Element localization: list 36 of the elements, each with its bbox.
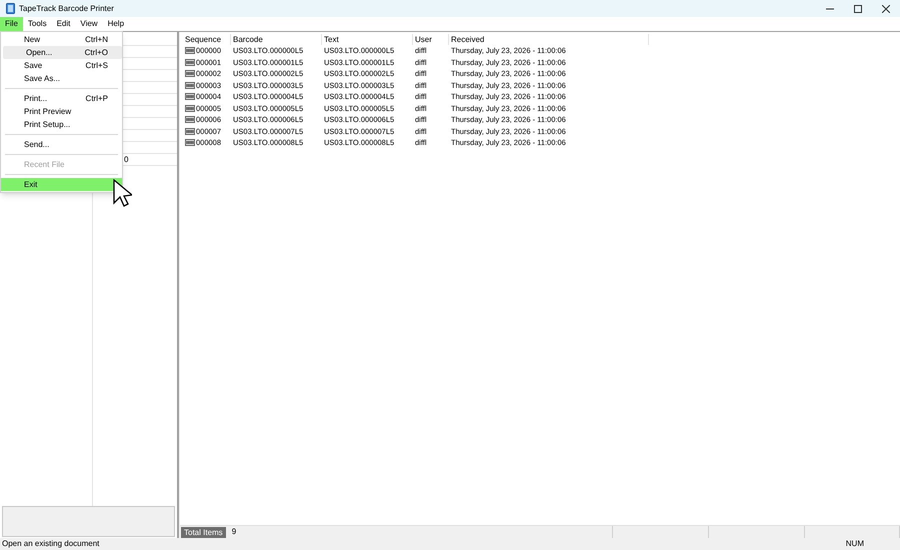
menu-item[interactable]: Tools (22, 17, 52, 31)
barcode-icon (185, 82, 195, 89)
menu-item[interactable]: Help (102, 17, 130, 31)
column-header[interactable]: Text (322, 34, 413, 45)
total-items-value: 9 (232, 526, 238, 538)
close-icon (882, 4, 890, 12)
window-title: TapeTrack Barcode Printer (19, 2, 114, 14)
barcode-icon (185, 70, 195, 78)
menu-entry[interactable]: Save As... (1, 72, 122, 85)
total-items-label: Total Items (181, 526, 226, 538)
column-header[interactable]: Barcode (231, 34, 322, 45)
barcode-icon (185, 116, 195, 124)
menu-entry[interactable]: Print Setup... (1, 118, 122, 131)
column-header[interactable]: Sequence (183, 34, 231, 45)
barcode-icon (185, 104, 195, 112)
num-lock-indicator: NUM (846, 538, 864, 550)
status-message: Open an existing document (1, 538, 100, 550)
menu-item[interactable]: File (0, 17, 23, 31)
barcode-icon (185, 128, 195, 135)
barcode-icon (185, 139, 195, 146)
menu-entry[interactable]: New Ctrl+N (1, 33, 122, 46)
app-icon (6, 3, 15, 14)
menu-item[interactable]: View (75, 17, 103, 31)
menu-entry[interactable]: Open... Ctrl+O (3, 46, 122, 59)
barcode-icon (185, 93, 195, 100)
menu-entry[interactable]: Print... Ctrl+P (1, 92, 122, 105)
menu-entry[interactable]: Print Preview (1, 105, 122, 118)
menu-entry[interactable]: Exit (1, 178, 122, 191)
maximize-icon (854, 4, 862, 12)
menu-item[interactable]: Edit (52, 17, 76, 31)
barcode-icon (185, 58, 195, 66)
column-header[interactable]: User (413, 34, 449, 45)
menu-entry[interactable]: Send... (1, 138, 122, 151)
column-header[interactable]: Received (449, 34, 649, 45)
barcode-icon (185, 47, 195, 54)
menu-entry[interactable]: Save Ctrl+S (1, 59, 122, 72)
